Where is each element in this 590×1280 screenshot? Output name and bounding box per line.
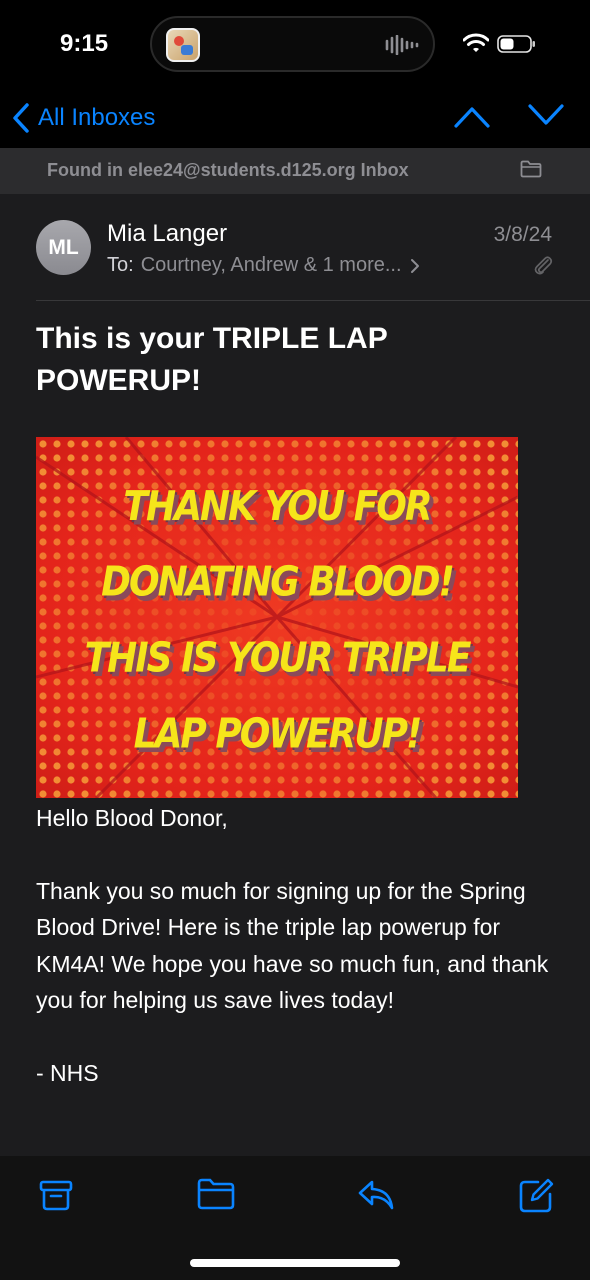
found-in-mailbox-bar: Found in elee24@students.d125.org Inbox [0,148,590,194]
signature-text: - NHS [36,1059,99,1086]
header-divider [36,300,590,301]
sender-name[interactable]: Mia Langer [107,220,227,248]
home-indicator[interactable] [190,1259,400,1267]
message-date: 3/8/24 [493,223,552,246]
banner-line: DONATING BLOOD! [101,558,455,607]
next-message-chevron-down-icon[interactable] [526,100,566,132]
archive-icon[interactable] [39,1178,73,1212]
wifi-icon [463,33,489,52]
recipients-row[interactable]: To: Courtney, Andrew & 1 more... [107,254,420,277]
banner-line: THANK YOU FOR [123,483,432,531]
to-label: To: [107,254,134,276]
nav-bar: All Inboxes [0,90,590,148]
previous-message-chevron-up-icon[interactable] [452,100,492,132]
body-paragraph: Thank you so much for signing up for the… [36,877,549,1014]
recipients-text: Courtney, Andrew & 1 more... [140,254,402,276]
found-in-text: Found in elee24@students.d125.org Inbox [47,160,409,180]
audio-waveform-icon [385,35,419,55]
banner-line: THIS IS YOUR TRIPLE [84,634,472,682]
battery-icon [497,35,535,53]
powerup-banner-image[interactable]: THANK YOU FOR DONATING BLOOD! THIS IS YO… [36,437,518,798]
compose-icon[interactable] [518,1178,554,1214]
folder-icon[interactable] [197,1178,235,1210]
sender-avatar[interactable]: ML [36,220,91,275]
dynamic-island[interactable] [150,16,435,72]
message-view[interactable]: ML Mia Langer 3/8/24 To: Courtney, Andre… [0,194,590,1156]
status-bar: 9:15 [0,0,590,90]
reply-icon[interactable] [357,1178,395,1212]
message-body: Hello Blood Donor, Thank you so much for… [36,800,556,1091]
folder-icon[interactable] [520,160,542,178]
paperclip-icon [534,256,553,275]
back-button-label: All Inboxes [38,104,156,131]
chevron-right-icon [410,258,419,273]
app-thumbnail-icon [166,28,200,62]
greeting-text: Hello Blood Donor, [36,805,228,831]
back-button[interactable]: All Inboxes [12,98,155,138]
status-time: 9:15 [60,30,109,57]
banner-line: LAP POWERUP! [133,710,423,758]
chevron-left-icon [13,103,29,133]
message-subject: This is your TRIPLE LAP POWERUP! [36,322,388,397]
banner-headline: THANK YOU FOR DONATING BLOOD! THIS IS YO… [36,469,518,773]
